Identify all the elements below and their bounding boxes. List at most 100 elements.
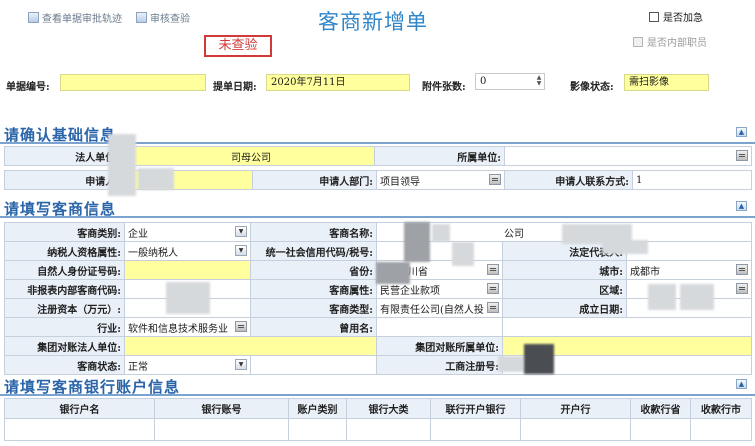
lookup-icon[interactable] bbox=[487, 283, 499, 294]
industry-value: 软件和信息技术服务业 bbox=[128, 323, 228, 335]
dept-label: 所属单位: bbox=[374, 146, 505, 166]
bank-cell[interactable] bbox=[4, 418, 155, 441]
bank-cell[interactable] bbox=[346, 418, 431, 441]
contact-label: 申请人联系方式: bbox=[504, 170, 633, 190]
lookup-icon[interactable] bbox=[487, 264, 499, 275]
collapse-icon[interactable]: ▲ bbox=[736, 127, 747, 137]
lookup-icon[interactable] bbox=[235, 321, 247, 332]
bank-column-header: 联行开户银行 bbox=[430, 398, 521, 419]
lookup-icon[interactable] bbox=[487, 302, 499, 313]
reg-no-label: 工商注册号: bbox=[376, 355, 503, 375]
chevron-down-icon[interactable]: ▼ bbox=[235, 245, 247, 256]
merchant-info-section-header: 请填写客商信息 ▲ bbox=[0, 198, 755, 218]
chevron-down-icon[interactable]: ▼ bbox=[235, 359, 247, 370]
urgent-checkbox-label: 是否加急 bbox=[663, 13, 703, 24]
empty-cell bbox=[250, 355, 377, 375]
flow-icon bbox=[28, 12, 39, 23]
stepper-arrows-icon[interactable]: ▲ ▼ bbox=[535, 75, 543, 88]
internal-staff-checkbox-box bbox=[633, 36, 643, 47]
industry-field[interactable]: 软件和信息技术服务业 bbox=[124, 317, 251, 337]
redaction-blur bbox=[602, 240, 648, 254]
category-value: 企业 bbox=[128, 228, 148, 240]
group-legal-field[interactable] bbox=[124, 336, 377, 356]
collapse-icon[interactable]: ▲ bbox=[736, 201, 747, 211]
section-divider bbox=[0, 394, 755, 396]
view-approval-flow-link[interactable]: 查看单据审批轨迹 bbox=[28, 10, 122, 25]
lookup-icon[interactable] bbox=[489, 174, 501, 185]
bank-account-table: 银行户名 银行账号 账户类别 银行大类 联行开户银行 开户行 收款行省 收款行市 bbox=[4, 398, 752, 441]
external-code-label: 非报表内部客商代码: bbox=[4, 279, 125, 299]
doc-no-field[interactable] bbox=[60, 74, 206, 91]
redaction-blur bbox=[138, 168, 174, 190]
bank-column-header: 收款行省 bbox=[630, 398, 691, 419]
bank-column-header: 账户类别 bbox=[288, 398, 347, 419]
image-status-label: 影像状态: bbox=[570, 82, 614, 93]
established-label: 成立日期: bbox=[502, 298, 627, 318]
attribute-label: 客商属性: bbox=[250, 279, 377, 299]
chevron-down-icon[interactable]: ▼ bbox=[235, 226, 247, 237]
bank-cell[interactable] bbox=[430, 418, 521, 441]
redaction-blur bbox=[498, 356, 524, 372]
group-legal-label: 集团对账法人单位: bbox=[4, 336, 125, 356]
redaction-blur bbox=[452, 242, 474, 266]
category-select[interactable]: 企业 ▼ bbox=[124, 222, 251, 242]
merchant-type-field[interactable]: 有限责任公司(自然人投 bbox=[376, 298, 503, 318]
unverified-stamp: 未查验 bbox=[204, 35, 272, 57]
lookup-icon[interactable] bbox=[736, 150, 748, 161]
merchant-type-value: 有限责任公司(自然人投 bbox=[380, 304, 484, 316]
contact-field[interactable]: 1 bbox=[632, 170, 752, 190]
merchant-type-label: 客商类型: bbox=[250, 298, 377, 318]
applicant-dept-field[interactable]: 项目领导 bbox=[376, 170, 505, 190]
bank-table-header-row: 银行户名 银行账号 账户类别 银行大类 联行开户银行 开户行 收款行省 收款行市 bbox=[4, 398, 752, 419]
urgent-checkbox-box[interactable] bbox=[649, 11, 659, 22]
former-name-label: 曾用名: bbox=[250, 317, 377, 337]
region-label: 区域: bbox=[502, 279, 627, 299]
bank-cell[interactable] bbox=[630, 418, 691, 441]
urgent-checkbox[interactable]: 是否加急 bbox=[649, 9, 703, 24]
bank-cell[interactable] bbox=[520, 418, 631, 441]
industry-label: 行业: bbox=[4, 317, 125, 337]
credit-code-field[interactable] bbox=[376, 241, 503, 261]
audit-icon bbox=[136, 12, 147, 23]
lookup-icon[interactable] bbox=[736, 264, 749, 275]
bank-column-header: 银行户名 bbox=[4, 398, 155, 419]
status-value: 正常 bbox=[128, 361, 148, 373]
id-no-field[interactable] bbox=[124, 260, 251, 280]
applicant-dept-label: 申请人部门: bbox=[252, 170, 377, 190]
redaction-blur bbox=[524, 344, 554, 374]
redaction-blur bbox=[404, 222, 430, 262]
bank-info-section-header: 请填写客商银行账户信息 ▲ bbox=[0, 376, 755, 396]
applicant-dept-value: 项目领导 bbox=[380, 176, 420, 188]
redaction-blur bbox=[108, 134, 136, 196]
bank-column-header: 银行账号 bbox=[154, 398, 289, 419]
bank-column-header: 收款行市 bbox=[690, 398, 752, 419]
redaction-blur bbox=[432, 224, 450, 242]
former-name-field[interactable] bbox=[376, 317, 503, 337]
bank-cell[interactable] bbox=[690, 418, 752, 441]
submit-date-field[interactable]: 2020年7月11日 bbox=[266, 74, 410, 91]
taxpayer-select[interactable]: 一般纳税人 ▼ bbox=[124, 241, 251, 261]
legal-entity-field[interactable]: 司母公司 bbox=[122, 146, 375, 166]
submit-date-label: 提单日期: bbox=[213, 82, 257, 93]
bank-column-header: 开户行 bbox=[520, 398, 631, 419]
status-label: 客商状态: bbox=[4, 355, 125, 375]
bank-cell[interactable] bbox=[288, 418, 347, 441]
status-select[interactable]: 正常 ▼ bbox=[124, 355, 251, 375]
group-unit-label: 集团对账所属单位: bbox=[376, 336, 503, 356]
attachments-stepper[interactable]: 0 ▲ ▼ bbox=[475, 73, 545, 90]
section-divider bbox=[0, 216, 755, 218]
credit-code-label: 统一社会信用代码/税号: bbox=[250, 241, 377, 261]
city-field[interactable]: 成都市 bbox=[625, 260, 753, 280]
collapse-icon[interactable]: ▲ bbox=[736, 379, 747, 389]
audit-check-link[interactable]: 审核查验 bbox=[136, 10, 190, 25]
lookup-icon[interactable] bbox=[736, 283, 749, 294]
redaction-blur bbox=[648, 284, 676, 310]
redaction-blur bbox=[376, 262, 410, 284]
bank-column-header: 银行大类 bbox=[346, 398, 431, 419]
dept-field[interactable] bbox=[504, 146, 752, 166]
attribute-value: 民营企业款项 bbox=[380, 285, 440, 297]
redaction-blur bbox=[680, 284, 714, 310]
name-label: 客商名称: bbox=[250, 222, 377, 242]
page-title: 客商新增单 bbox=[318, 10, 428, 34]
bank-cell[interactable] bbox=[154, 418, 289, 441]
